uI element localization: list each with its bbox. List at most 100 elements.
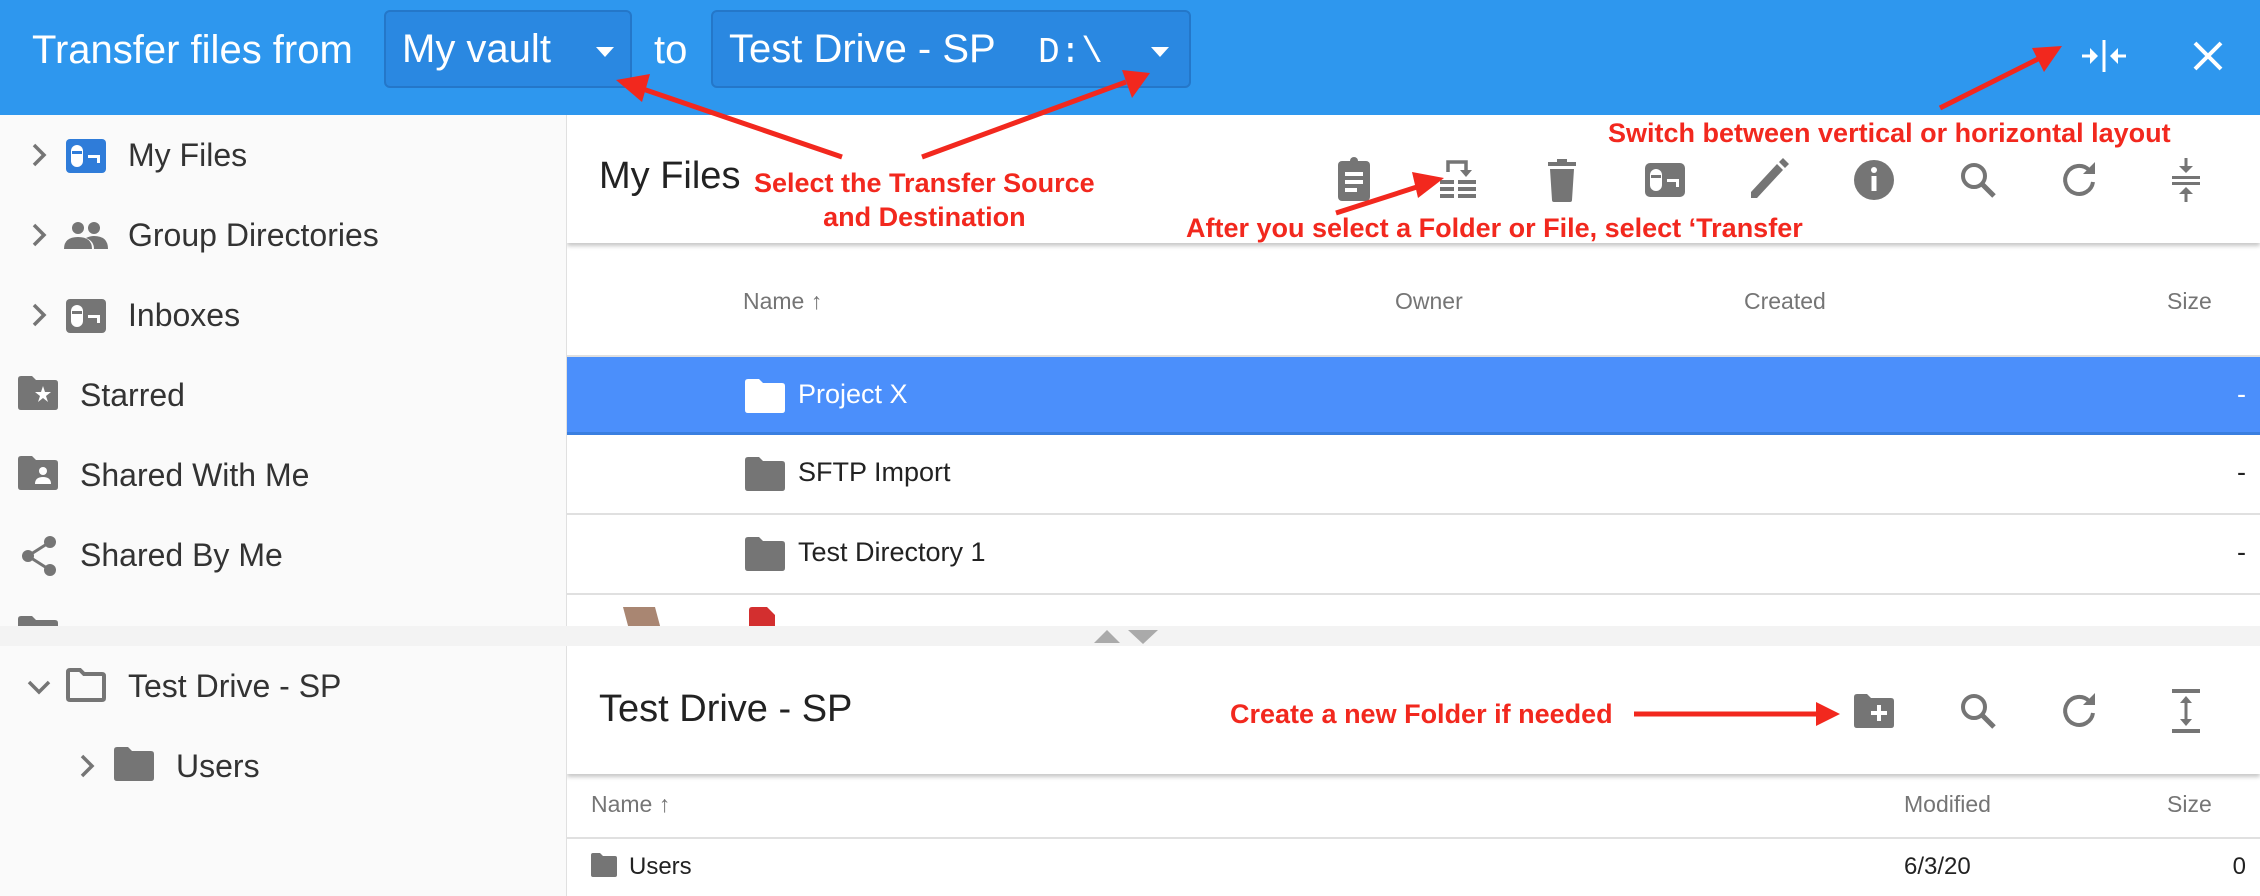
tree-item-label: Group Directories — [128, 217, 379, 253]
tree-item-starred[interactable]: Starred — [0, 355, 566, 435]
tree-item-test-drive[interactable]: Test Drive - SP — [0, 646, 566, 726]
file-row[interactable]: Project X - — [567, 355, 2260, 435]
expand-vertical-icon — [2172, 689, 2200, 733]
file-name: Users — [629, 853, 692, 880]
column-header-name[interactable]: Name ↑ — [743, 288, 822, 315]
folder-icon — [114, 747, 154, 781]
column-label: Name — [591, 791, 653, 817]
tree-item-clipped — [0, 595, 566, 626]
tree-item-label: Users — [176, 748, 260, 784]
file-size: - — [2237, 537, 2246, 567]
chevron-down-icon — [1151, 47, 1169, 57]
folder-icon — [745, 457, 785, 491]
file-name: SFTP Import — [798, 457, 951, 487]
file-name: Test Directory 1 — [798, 537, 986, 567]
info-button[interactable] — [1846, 152, 1902, 208]
panel-title: Test Drive - SP — [599, 688, 853, 730]
file-row[interactable]: Test Directory 1 - — [567, 515, 2260, 595]
chevron-right-icon[interactable] — [30, 222, 50, 248]
move-up-icon[interactable] — [1094, 630, 1120, 643]
tree-item-label: My Files — [128, 137, 248, 173]
tree-item-label: Shared With Me — [80, 457, 310, 493]
new-folder-button[interactable] — [1846, 683, 1902, 739]
refresh-button[interactable] — [2051, 683, 2107, 739]
folder-icon — [18, 616, 58, 626]
layout-toggle-button[interactable] — [2076, 28, 2132, 84]
panel-splitter[interactable] — [0, 626, 2260, 646]
annotation-source-destination: Select the Transfer Source and Destinati… — [754, 166, 1095, 234]
file-name: Project X — [798, 379, 908, 409]
chevron-right-icon[interactable] — [78, 753, 98, 779]
file-size: - — [2237, 457, 2246, 487]
collapse-panel-button[interactable] — [2158, 152, 2214, 208]
file-size: 0 — [2232, 853, 2246, 880]
column-header-name[interactable]: Name ↑ — [591, 791, 670, 818]
file-size: - — [2237, 379, 2246, 409]
inbox-button[interactable] — [1637, 152, 1693, 208]
transfer-button[interactable] — [1430, 152, 1486, 208]
tree-item-shared-by-me[interactable]: Shared By Me — [0, 515, 566, 595]
annotation-layout: Switch between vertical or horizontal la… — [1608, 118, 2171, 148]
transfer-icon — [1440, 160, 1476, 198]
refresh-button[interactable] — [2051, 152, 2107, 208]
tree-item-my-files[interactable]: My Files — [0, 115, 566, 195]
chevron-down-icon[interactable] — [26, 678, 52, 696]
expand-panel-button[interactable] — [2158, 683, 2214, 739]
tree-item-label: Shared By Me — [80, 537, 283, 573]
destination-panel: Test Drive - SP Name ↑ Modified Size Use… — [567, 646, 2260, 896]
tree-item-group-directories[interactable]: Group Directories — [0, 195, 566, 275]
pdf-icon — [749, 607, 775, 626]
column-header-size[interactable]: Size — [2167, 791, 2212, 818]
file-row[interactable]: Users 6/3/20 0 — [567, 839, 2260, 894]
sort-ascending-icon: ↑ — [810, 288, 823, 314]
file-row-clipped[interactable] — [567, 595, 2260, 626]
group-icon — [64, 222, 108, 249]
column-label: Name — [743, 288, 805, 314]
destination-path: D:\ — [1038, 32, 1103, 73]
tree-item-shared-with-me[interactable]: Shared With Me — [0, 435, 566, 515]
tree-item-label: Test Drive - SP — [128, 668, 342, 704]
source-value: My vault — [402, 27, 551, 71]
tree-item-inboxes[interactable]: Inboxes — [0, 275, 566, 355]
delete-icon — [1548, 159, 1576, 202]
source-tree: My Files Group Directories Inboxes Starr… — [0, 115, 567, 626]
column-header-owner[interactable]: Owner — [1395, 288, 1463, 315]
file-row[interactable]: SFTP Import - — [567, 435, 2260, 515]
destination-tree: Test Drive - SP Users — [0, 646, 567, 896]
collapse-vertical-icon — [2172, 158, 2200, 202]
search-button[interactable] — [1950, 152, 2006, 208]
column-header-modified[interactable]: Modified — [1904, 791, 1991, 818]
chevron-right-icon[interactable] — [30, 302, 50, 328]
column-header-created[interactable]: Created — [1744, 288, 1826, 315]
source-dropdown[interactable]: My vault — [384, 10, 632, 88]
inbox-icon — [66, 299, 106, 333]
tree-item-label: Starred — [80, 377, 185, 413]
edit-button[interactable] — [1741, 152, 1797, 208]
close-icon — [2193, 41, 2223, 71]
share-icon — [22, 536, 56, 576]
annotation-line: and Destination — [823, 202, 1026, 232]
inbox-icon — [1645, 163, 1685, 197]
chevron-down-icon — [596, 47, 614, 57]
file-thumbnail — [622, 607, 664, 626]
folder-icon — [591, 853, 617, 877]
vertical-split-icon — [2082, 40, 2126, 72]
sort-ascending-icon: ↑ — [658, 791, 671, 817]
destination-value: Test Drive - SP — [729, 27, 996, 71]
column-header-size[interactable]: Size — [2167, 288, 2212, 315]
delete-button[interactable] — [1534, 152, 1590, 208]
tree-item-label: Inboxes — [128, 297, 241, 333]
panel-title: My Files — [599, 155, 741, 197]
search-button[interactable] — [1950, 683, 2006, 739]
clipboard-button[interactable] — [1326, 152, 1382, 208]
move-down-icon[interactable] — [1128, 630, 1158, 644]
close-button[interactable] — [2180, 28, 2236, 84]
destination-dropdown[interactable]: Test Drive - SP D:\ — [711, 10, 1191, 88]
starred-folder-icon — [18, 376, 58, 410]
search-icon — [1961, 163, 1996, 198]
refresh-icon — [2063, 693, 2095, 727]
tree-item-users[interactable]: Users — [0, 726, 566, 806]
chevron-right-icon[interactable] — [30, 142, 50, 168]
file-modified: 6/3/20 — [1904, 853, 1971, 880]
header-title: Transfer files from — [32, 28, 353, 72]
